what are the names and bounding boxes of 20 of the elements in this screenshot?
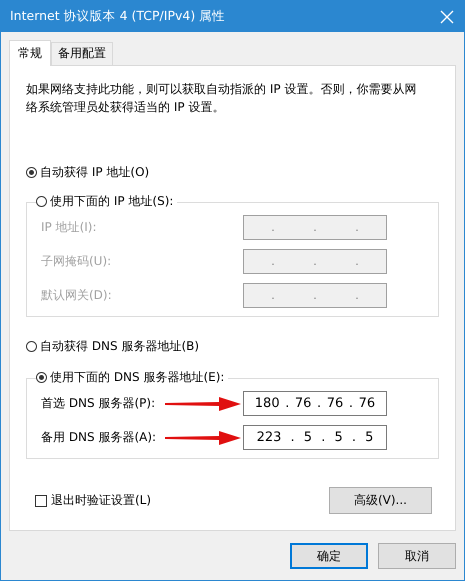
description-text: 如果网络支持此功能，则可以获取自动指派的 IP 设置。否则，你需要从网络系统管理员处获得适当的 IP 设置。 xyxy=(26,81,418,116)
close-icon[interactable] xyxy=(440,10,454,24)
ip-address-field[interactable]: 223 . 5 . 5 . 5 xyxy=(243,425,387,450)
radio-button[interactable]: 使用下面的 DNS 服务器地址(E): xyxy=(36,369,228,386)
advanced-button[interactable]: 高级(V)... xyxy=(329,487,432,514)
checkbox[interactable]: 退出时验证设置(L) xyxy=(35,492,152,509)
tab[interactable]: 备用配置 xyxy=(51,42,113,65)
field-label: IP 地址(I): xyxy=(41,219,98,236)
field-label: 备用 DNS 服务器(A): xyxy=(41,429,158,446)
ip-address-field[interactable]: 180 . 76 . 76 . 76 xyxy=(243,391,387,416)
radio-button[interactable]: 使用下面的 IP 地址(S): xyxy=(36,193,178,210)
field-label: 子网掩码(U): xyxy=(41,253,112,270)
dialog-button[interactable]: 取消 xyxy=(378,543,456,569)
field-label: 默认网关(D): xyxy=(41,287,113,304)
window-title: Internet 协议版本 4 (TCP/IPv4) 属性 xyxy=(10,8,226,25)
tab[interactable]: 常规 xyxy=(9,40,51,66)
arrow-icon xyxy=(163,430,243,444)
field-label: 首选 DNS 服务器(P): xyxy=(41,395,156,412)
arrow-icon xyxy=(163,396,243,410)
dialog-button[interactable]: 确定 xyxy=(290,543,368,569)
